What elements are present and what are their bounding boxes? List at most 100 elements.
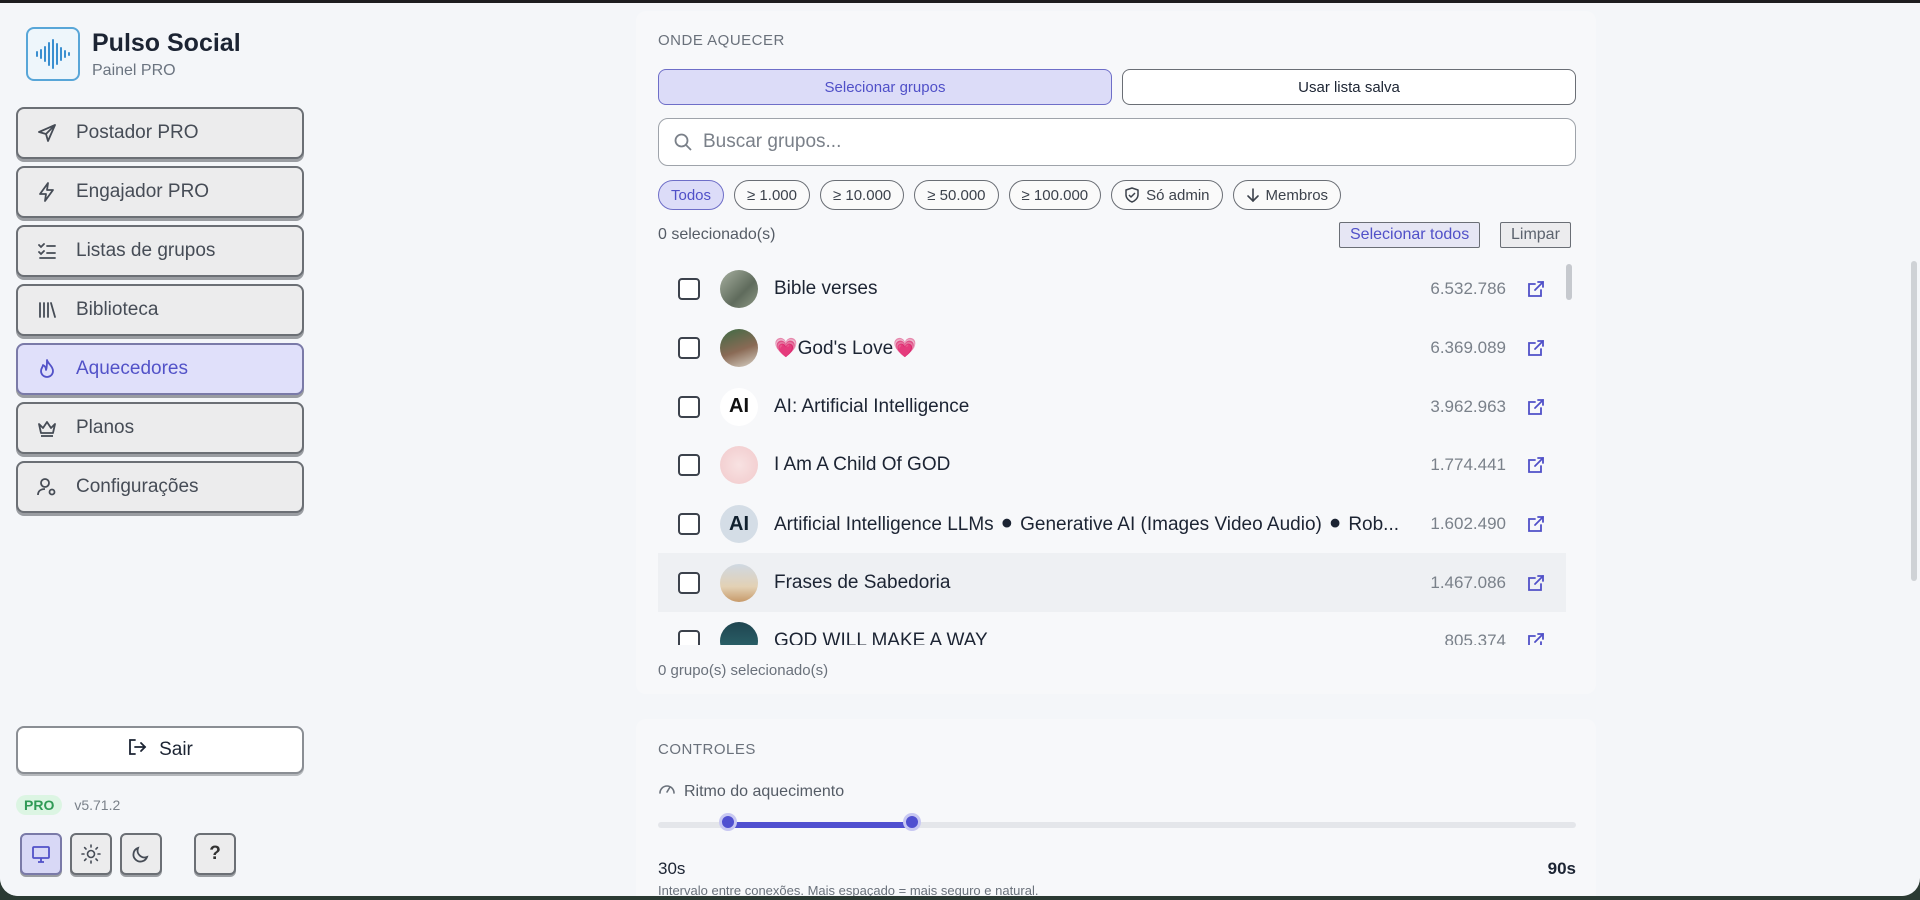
sidebar: Pulso Social Painel PRO Postador PRO Eng… — [0, 3, 318, 896]
group-name: AI: Artificial Intelligence — [774, 395, 970, 417]
page-scrollbar[interactable] — [1911, 261, 1917, 581]
external-link-icon[interactable] — [1526, 631, 1546, 645]
user-gear-icon — [36, 476, 58, 498]
help-button[interactable]: ? — [194, 833, 236, 875]
group-name: GOD WILL MAKE A WAY — [774, 630, 988, 645]
theme-switcher: ? — [20, 833, 244, 875]
bolt-icon — [36, 181, 58, 203]
group-name: I Am A Child Of GOD — [774, 454, 951, 476]
list-item[interactable]: GOD WILL MAKE A WAY 805.374 — [658, 612, 1566, 645]
chip-50000[interactable]: ≥ 50.000 — [914, 180, 999, 210]
sidebar-item-label: Aquecedores — [76, 358, 188, 379]
sidebar-item-aquecedores[interactable]: Aquecedores — [16, 343, 304, 395]
arrow-down-icon — [1246, 187, 1260, 203]
select-all-button[interactable]: Selecionar todos — [1339, 222, 1481, 248]
checkbox[interactable] — [678, 454, 700, 477]
checkbox[interactable] — [678, 278, 700, 301]
group-name: Frases de Sabedoria — [774, 571, 951, 593]
version-row: PRO v5.71.2 — [16, 795, 120, 815]
avatar: AI — [720, 505, 758, 544]
rhythm-slider-max-handle[interactable] — [903, 813, 922, 831]
list-item[interactable]: AI AI: Artificial Intelligence 3.962.963 — [658, 377, 1566, 436]
group-members: 3.962.963 — [1430, 396, 1506, 416]
send-icon — [36, 122, 58, 144]
tab-select-groups[interactable]: Selecionar grupos — [658, 69, 1112, 105]
rhythm-slider-min-handle[interactable] — [719, 813, 738, 831]
theme-dark-button[interactable] — [120, 833, 162, 875]
waveform-logo-icon — [26, 27, 80, 81]
external-link-icon[interactable] — [1526, 338, 1546, 358]
chip-label: Membros — [1265, 186, 1329, 204]
target-mode-tabs: Selecionar grupos Usar lista salva — [658, 69, 1576, 105]
selected-groups-count: 0 grupo(s) selecionado(s) — [658, 662, 829, 679]
chip-1000[interactable]: ≥ 1.000 — [734, 180, 810, 210]
sidebar-item-label: Planos — [76, 417, 135, 438]
sidebar-item-planos[interactable]: Planos — [16, 402, 304, 454]
sidebar-item-biblioteca[interactable]: Biblioteca — [16, 284, 304, 336]
flame-icon — [36, 358, 58, 380]
sidebar-item-engajador[interactable]: Engajador PRO — [16, 166, 304, 218]
app-window: Pulso Social Painel PRO Postador PRO Eng… — [0, 3, 1920, 896]
group-members: 1.774.441 — [1430, 455, 1506, 475]
chip-admin-only[interactable]: Só admin — [1111, 180, 1223, 210]
avatar: AI — [720, 387, 758, 426]
rhythm-label-row: Ritmo do aquecimento — [658, 780, 844, 803]
checkbox[interactable] — [678, 571, 700, 594]
chip-all[interactable]: Todos — [658, 180, 725, 210]
list-item[interactable]: I Am A Child Of GOD 1.774.441 — [658, 436, 1566, 495]
checkbox[interactable] — [678, 337, 700, 360]
controls-card: CONTROLES Ritmo do aquecimento 30s 90s I… — [636, 719, 1596, 896]
group-members: 6.532.786 — [1430, 279, 1506, 299]
list-item[interactable]: Frases de Sabedoria 1.467.086 — [658, 553, 1566, 613]
external-link-icon[interactable] — [1526, 397, 1546, 417]
group-name: 💗God's Love💗 — [774, 338, 917, 360]
search-input[interactable] — [703, 131, 1553, 153]
list-item[interactable]: AI Artificial Intelligence LLMs ⚫ Genera… — [658, 495, 1566, 554]
checkbox[interactable] — [678, 630, 700, 645]
sidebar-item-label: Biblioteca — [76, 299, 159, 320]
sidebar-item-configuracoes[interactable]: Configurações — [16, 461, 304, 513]
section-title: CONTROLES — [658, 741, 756, 758]
section-title: ONDE AQUECER — [658, 32, 785, 49]
checkbox[interactable] — [678, 395, 700, 418]
sidebar-item-label: Engajador PRO — [76, 181, 210, 202]
logout-icon — [127, 737, 147, 763]
brand-title: Pulso Social — [92, 29, 241, 57]
list-item[interactable]: Bible verses 6.532.786 — [658, 260, 1566, 319]
clear-button[interactable]: Limpar — [1500, 222, 1571, 248]
library-icon — [36, 299, 58, 321]
gauge-icon — [658, 780, 676, 803]
list-scrollbar[interactable] — [1566, 264, 1572, 300]
group-list: Bible verses 6.532.786 💗God's Love💗 6.36… — [658, 260, 1566, 645]
rhythm-min-value: 30s — [658, 859, 686, 878]
logout-button[interactable]: Sair — [16, 726, 304, 774]
search-box — [658, 118, 1576, 166]
external-link-icon[interactable] — [1526, 455, 1546, 475]
rhythm-max-value: 90s — [1547, 859, 1576, 878]
group-members: 1.467.086 — [1430, 572, 1506, 592]
tab-saved-list[interactable]: Usar lista salva — [1122, 69, 1576, 105]
list-item[interactable]: 💗God's Love💗 6.369.089 — [658, 319, 1566, 378]
crown-icon — [36, 417, 58, 439]
chip-100000[interactable]: ≥ 100.000 — [1008, 180, 1102, 210]
group-name: Artificial Intelligence LLMs ⚫ Generativ… — [774, 513, 1400, 535]
version-text: v5.71.2 — [74, 797, 121, 813]
avatar — [720, 622, 758, 645]
checkbox[interactable] — [678, 513, 700, 536]
sidebar-item-label: Configurações — [76, 476, 199, 497]
chip-10000[interactable]: ≥ 10.000 — [819, 180, 905, 210]
external-link-icon[interactable] — [1526, 514, 1546, 534]
monitor-icon — [32, 846, 50, 863]
theme-system-button[interactable] — [20, 833, 62, 875]
sidebar-item-listas[interactable]: Listas de grupos — [16, 225, 304, 277]
rhythm-slider-track[interactable] — [658, 822, 1576, 828]
external-link-icon[interactable] — [1526, 279, 1546, 299]
logout-label: Sair — [159, 739, 193, 760]
group-members: 6.369.089 — [1430, 338, 1506, 358]
sidebar-item-postador[interactable]: Postador PRO — [16, 107, 304, 159]
theme-light-button[interactable] — [70, 833, 112, 875]
avatar — [720, 446, 758, 485]
list-check-icon — [36, 240, 58, 262]
external-link-icon[interactable] — [1526, 573, 1546, 593]
chip-sort-members[interactable]: Membros — [1232, 180, 1342, 210]
